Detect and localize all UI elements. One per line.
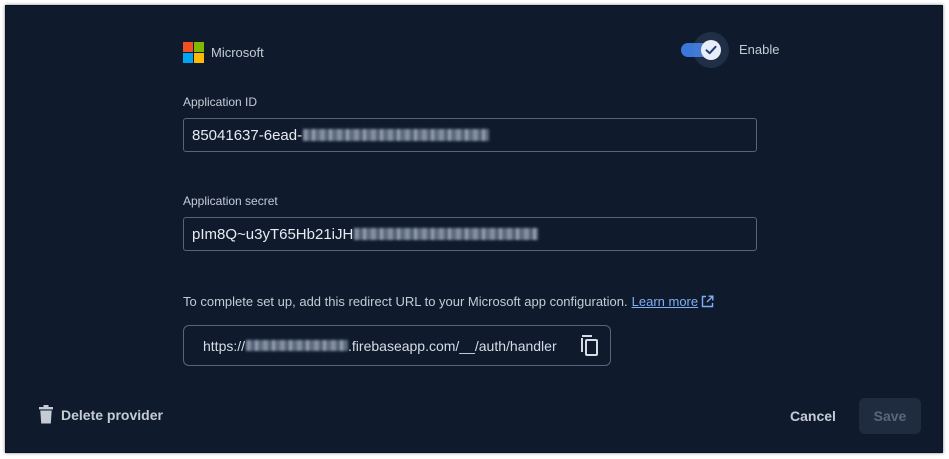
toggle-knob[interactable] (693, 31, 729, 68)
save-button[interactable]: Save (859, 398, 921, 434)
redacted-value (246, 340, 349, 351)
application-id-value: 85041637-6ead- (192, 126, 303, 144)
cancel-button[interactable]: Cancel (790, 408, 836, 424)
redirect-url-prefix: https:// (203, 337, 246, 354)
provider-header: Microsoft (183, 42, 264, 63)
application-id-label: Application ID (183, 95, 258, 109)
learn-more-link[interactable]: Learn more (632, 294, 698, 309)
redirect-url-box: https:// .firebaseapp.com/__/auth/handle… (183, 325, 611, 366)
application-id-field[interactable]: 85041637-6ead- (183, 118, 757, 152)
application-secret-label: Application secret (183, 194, 278, 208)
redirect-url-suffix: .firebaseapp.com/__/auth/handler (348, 337, 557, 354)
microsoft-logo-icon (183, 42, 204, 63)
enable-label: Enable (739, 42, 780, 57)
application-secret-value: pIm8Q~u3yT65Hb21iJH (192, 225, 354, 243)
delete-provider-label: Delete provider (61, 406, 163, 423)
trash-icon (39, 405, 53, 424)
toggle-track[interactable] (681, 31, 729, 68)
delete-provider-button[interactable]: Delete provider (38, 405, 163, 424)
microsoft-provider-panel: Microsoft Enable Application ID 85041637… (5, 5, 943, 453)
redacted-value (303, 129, 490, 141)
check-icon (701, 39, 721, 60)
enable-toggle[interactable]: Enable (681, 31, 780, 68)
application-secret-field[interactable]: pIm8Q~u3yT65Hb21iJH (183, 217, 757, 251)
redirect-info: To complete set up, add this redirect UR… (183, 294, 714, 309)
provider-name: Microsoft (211, 45, 264, 60)
redirect-info-text: To complete set up, add this redirect UR… (183, 294, 628, 309)
copy-icon[interactable] (579, 334, 601, 358)
external-link-icon[interactable] (701, 295, 714, 308)
redacted-value (354, 228, 539, 240)
